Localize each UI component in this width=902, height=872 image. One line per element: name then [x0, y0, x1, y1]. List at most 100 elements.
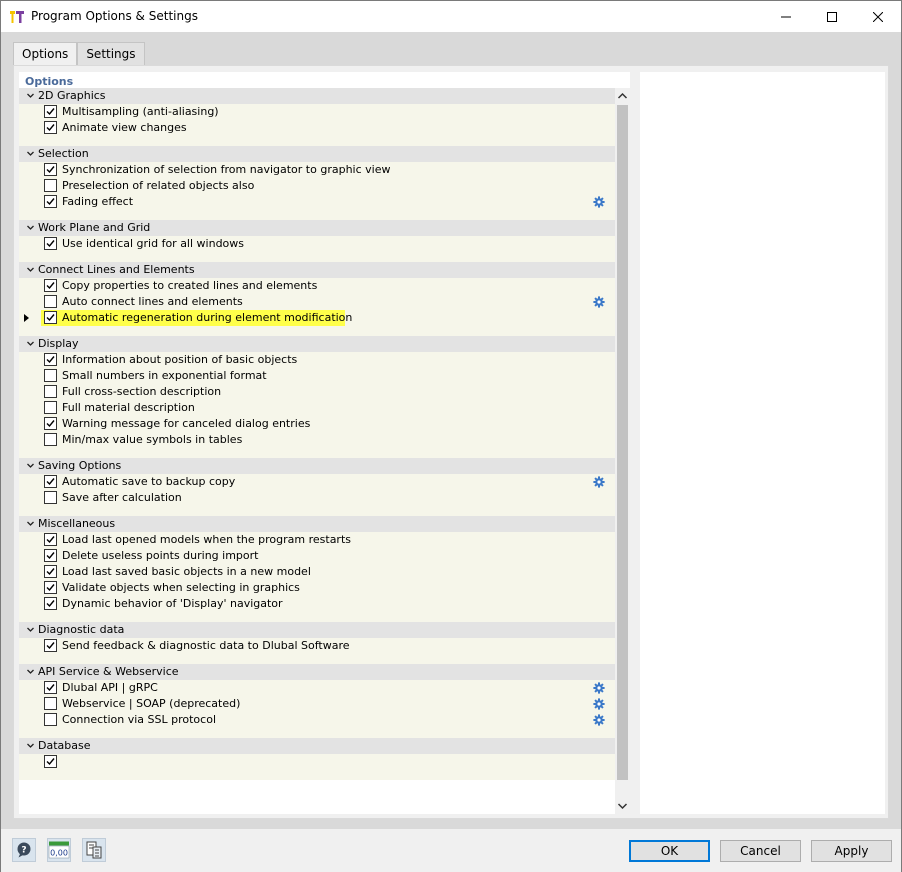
- option-row[interactable]: Warning message for canceled dialog entr…: [19, 416, 615, 432]
- option-row[interactable]: Connection via SSL protocol: [19, 712, 615, 728]
- option-row[interactable]: Auto connect lines and elements: [19, 294, 615, 310]
- option-row[interactable]: Fading effect: [19, 194, 615, 210]
- collapse-chevron-icon[interactable]: [26, 149, 35, 158]
- group-header[interactable]: Display: [19, 336, 615, 352]
- cancel-button[interactable]: Cancel: [720, 840, 801, 862]
- close-button[interactable]: [855, 1, 901, 32]
- apply-button[interactable]: Apply: [811, 840, 892, 862]
- gear-icon[interactable]: [593, 476, 605, 488]
- minimize-button[interactable]: [763, 1, 809, 32]
- option-checkbox[interactable]: [44, 163, 57, 176]
- group-header[interactable]: Selection: [19, 146, 615, 162]
- gear-icon[interactable]: [593, 296, 605, 308]
- title-bar[interactable]: Program Options & Settings: [1, 1, 901, 32]
- scroll-thumb[interactable]: [617, 105, 628, 780]
- gear-icon[interactable]: [593, 714, 605, 726]
- option-checkbox[interactable]: [44, 713, 57, 726]
- option-row[interactable]: Dlubal API | gRPC: [19, 680, 615, 696]
- option-checkbox[interactable]: [44, 681, 57, 694]
- option-row[interactable]: Use identical grid for all windows: [19, 236, 615, 252]
- option-row[interactable]: Information about position of basic obje…: [19, 352, 615, 368]
- option-row[interactable]: Full cross-section description: [19, 384, 615, 400]
- group-header[interactable]: Saving Options: [19, 458, 615, 474]
- option-checkbox[interactable]: [44, 533, 57, 546]
- option-checkbox[interactable]: [44, 369, 57, 382]
- option-checkbox[interactable]: [44, 597, 57, 610]
- option-row[interactable]: Delete useless points during import: [19, 548, 615, 564]
- option-row[interactable]: Automatic regeneration during element mo…: [19, 310, 615, 326]
- group-header[interactable]: API Service & Webservice: [19, 664, 615, 680]
- option-checkbox[interactable]: [44, 401, 57, 414]
- group-header[interactable]: Diagnostic data: [19, 622, 615, 638]
- option-checkbox[interactable]: [44, 279, 57, 292]
- option-checkbox[interactable]: [44, 755, 57, 768]
- option-row[interactable]: Synchronization of selection from naviga…: [19, 162, 615, 178]
- tab-settings[interactable]: Settings: [77, 42, 145, 65]
- gear-icon[interactable]: [593, 682, 605, 694]
- settings-clipboard-button[interactable]: [82, 838, 106, 862]
- option-checkbox[interactable]: [44, 121, 57, 134]
- option-checkbox[interactable]: [44, 385, 57, 398]
- option-checkbox[interactable]: [44, 237, 57, 250]
- option-row[interactable]: Copy properties to created lines and ele…: [19, 278, 615, 294]
- checkmark-icon: [46, 584, 55, 592]
- option-row[interactable]: Multisampling (anti-aliasing): [19, 104, 615, 120]
- collapse-chevron-icon[interactable]: [26, 339, 35, 348]
- option-label: Min/max value symbols in tables: [62, 433, 243, 446]
- option-row[interactable]: Load last opened models when the program…: [19, 532, 615, 548]
- option-row[interactable]: Send feedback & diagnostic data to Dluba…: [19, 638, 615, 654]
- option-row[interactable]: Dynamic behavior of 'Display' navigator: [19, 596, 615, 612]
- group-header[interactable]: Miscellaneous: [19, 516, 615, 532]
- option-row[interactable]: Min/max value symbols in tables: [19, 432, 615, 448]
- option-row[interactable]: Animate view changes: [19, 120, 615, 136]
- help-button[interactable]: ?: [12, 838, 36, 862]
- group-title: Connect Lines and Elements: [38, 263, 195, 276]
- collapse-chevron-icon[interactable]: [26, 625, 35, 634]
- option-checkbox[interactable]: [44, 311, 57, 324]
- units-decimals-button[interactable]: 0,00: [47, 838, 71, 862]
- scroll-down-button[interactable]: [615, 797, 630, 814]
- vertical-scrollbar[interactable]: [615, 88, 630, 814]
- collapse-chevron-icon[interactable]: [26, 91, 35, 100]
- scroll-up-button[interactable]: [615, 88, 630, 105]
- group-header[interactable]: Connect Lines and Elements: [19, 262, 615, 278]
- option-row[interactable]: Load last saved basic objects in a new m…: [19, 564, 615, 580]
- ok-button[interactable]: OK: [629, 840, 710, 862]
- option-checkbox[interactable]: [44, 417, 57, 430]
- option-checkbox[interactable]: [44, 105, 57, 118]
- group-header[interactable]: Database: [19, 738, 615, 754]
- collapse-chevron-icon[interactable]: [26, 265, 35, 274]
- collapse-chevron-icon[interactable]: [26, 461, 35, 470]
- option-row[interactable]: Preselection of related objects also: [19, 178, 615, 194]
- option-checkbox[interactable]: [44, 565, 57, 578]
- option-checkbox[interactable]: [44, 475, 57, 488]
- option-checkbox[interactable]: [44, 433, 57, 446]
- option-row[interactable]: Automatic save to backup copy: [19, 474, 615, 490]
- option-row[interactable]: Full material description: [19, 400, 615, 416]
- option-checkbox[interactable]: [44, 179, 57, 192]
- option-checkbox[interactable]: [44, 491, 57, 504]
- group-header[interactable]: 2D Graphics: [19, 88, 615, 104]
- option-checkbox[interactable]: [44, 697, 57, 710]
- collapse-chevron-icon[interactable]: [26, 741, 35, 750]
- option-checkbox[interactable]: [44, 581, 57, 594]
- collapse-chevron-icon[interactable]: [26, 519, 35, 528]
- option-row[interactable]: Validate objects when selecting in graph…: [19, 580, 615, 596]
- option-checkbox[interactable]: [44, 195, 57, 208]
- maximize-button[interactable]: [809, 1, 855, 32]
- gear-icon[interactable]: [593, 196, 605, 208]
- collapse-chevron-icon[interactable]: [26, 667, 35, 676]
- option-checkbox[interactable]: [44, 639, 57, 652]
- option-checkbox[interactable]: [44, 295, 57, 308]
- tab-options[interactable]: Options: [13, 42, 78, 66]
- group-header[interactable]: Work Plane and Grid: [19, 220, 615, 236]
- gear-icon[interactable]: [593, 698, 605, 710]
- option-row[interactable]: Small numbers in exponential format: [19, 368, 615, 384]
- option-checkbox[interactable]: [44, 549, 57, 562]
- checkmark-icon: [46, 478, 55, 486]
- option-checkbox[interactable]: [44, 353, 57, 366]
- option-row[interactable]: [19, 754, 615, 770]
- option-row[interactable]: Save after calculation: [19, 490, 615, 506]
- collapse-chevron-icon[interactable]: [26, 223, 35, 232]
- option-row[interactable]: Webservice | SOAP (deprecated): [19, 696, 615, 712]
